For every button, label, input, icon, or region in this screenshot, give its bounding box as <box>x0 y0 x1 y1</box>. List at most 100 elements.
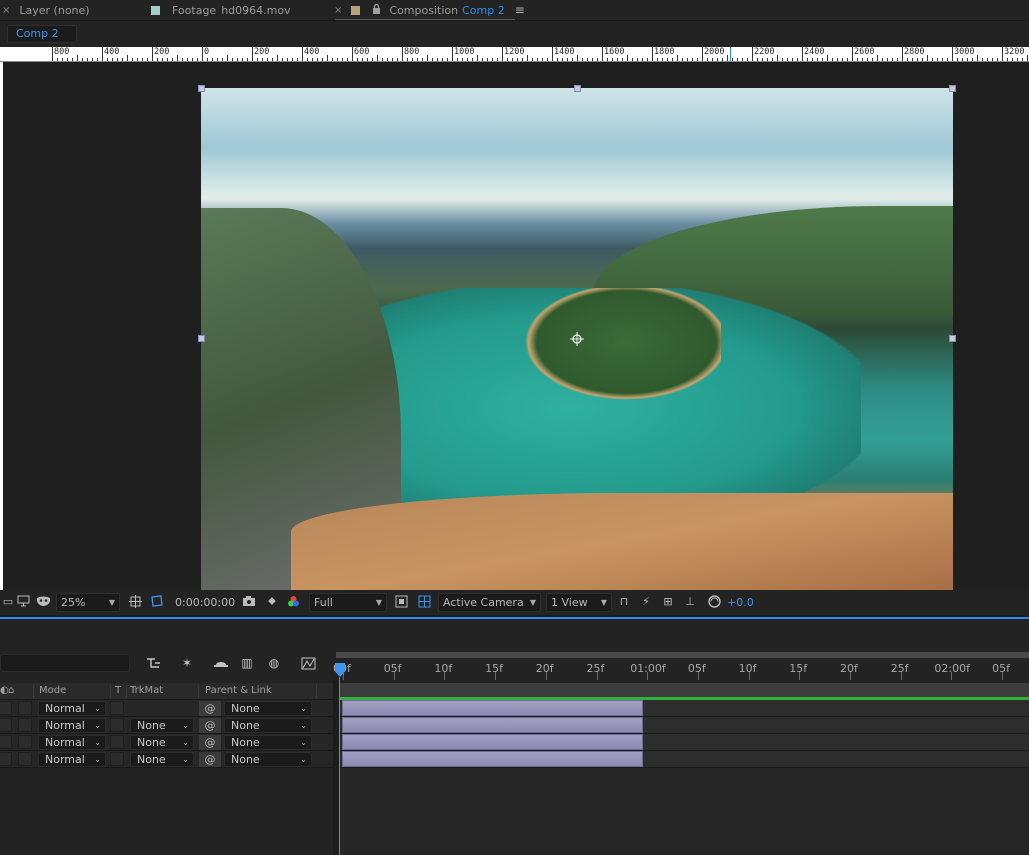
close-icon[interactable]: × <box>334 5 342 16</box>
ruler-minor-tick <box>872 58 873 61</box>
trkmat-dropdown[interactable]: None ⌄ <box>130 752 194 767</box>
shy-layers-icon[interactable] <box>212 654 230 672</box>
parent-dropdown[interactable]: None ⌄ <box>224 735 312 750</box>
parent-dropdown[interactable]: None ⌄ <box>224 752 312 767</box>
ruler-minor-tick <box>977 55 978 61</box>
lock-switch[interactable] <box>18 735 32 749</box>
solo-switch[interactable] <box>0 752 12 766</box>
resolution-value: Full <box>314 596 333 609</box>
region-of-interest-icon[interactable] <box>393 593 409 609</box>
mode-dropdown[interactable]: Normal ⌄ <box>38 735 106 750</box>
transform-handle-top-right[interactable] <box>949 85 956 92</box>
transform-handle-left[interactable] <box>198 335 205 342</box>
ruler-minor-tick <box>772 58 773 61</box>
lock-switch[interactable] <box>18 701 32 715</box>
reset-exposure-icon[interactable] <box>706 593 722 609</box>
monitor-icon[interactable] <box>15 593 31 609</box>
tab-footage[interactable]: Footage hd0964.mov <box>151 0 291 20</box>
layer-duration-bar[interactable] <box>342 734 643 750</box>
fast-previews-icon[interactable]: ⚡ <box>638 593 654 609</box>
parent-pickwhip-icon[interactable]: @ <box>199 735 221 750</box>
parent-dropdown[interactable]: None ⌄ <box>224 718 312 733</box>
mode-dropdown[interactable]: Normal ⌄ <box>38 701 106 716</box>
transform-handle-right[interactable] <box>949 335 956 342</box>
ruler-minor-tick <box>707 58 708 61</box>
mode-dropdown[interactable]: Normal ⌄ <box>38 752 106 767</box>
timeline-icon[interactable]: ⊞ <box>660 593 676 609</box>
layer-search-input[interactable] <box>0 654 130 672</box>
composition-mini-flowchart-icon[interactable] <box>145 654 163 672</box>
ruler-minor-tick <box>497 58 498 61</box>
magnification-dropdown[interactable]: 25% ▼ <box>56 593 120 612</box>
ruler-minor-tick <box>572 58 573 61</box>
solo-switch[interactable] <box>0 701 12 715</box>
parent-dropdown[interactable]: None ⌄ <box>224 701 312 716</box>
layer-duration-bar[interactable] <box>342 717 643 733</box>
transform-handle-top[interactable] <box>574 85 581 92</box>
current-time-display[interactable]: 0:00:00:00 <box>175 593 235 612</box>
mask-path-icon[interactable] <box>149 593 165 609</box>
ruler-minor-tick <box>277 55 278 61</box>
transform-handle-top-left[interactable] <box>198 85 205 92</box>
anchor-point-icon[interactable] <box>570 332 584 346</box>
resolution-dropdown[interactable]: Full ▼ <box>309 593 387 612</box>
view-layout-dropdown[interactable]: 1 View ▼ <box>546 593 612 612</box>
toggle-pixel-aspect-icon[interactable]: ⊓ <box>616 593 632 609</box>
parent-pickwhip-icon[interactable]: @ <box>199 752 221 767</box>
lock-switch[interactable] <box>18 752 32 766</box>
solo-switch[interactable] <box>0 718 12 732</box>
parent-pickwhip-icon[interactable]: @ <box>199 718 221 733</box>
parent-column-header[interactable]: Parent & Link <box>205 685 272 696</box>
trkmat-dropdown[interactable]: None ⌄ <box>130 735 194 750</box>
ruler-minor-tick <box>692 58 693 61</box>
trkmat-dropdown[interactable]: None ⌄ <box>130 718 194 733</box>
ruler-label: 1800 <box>654 47 675 57</box>
mode-dropdown[interactable]: Normal ⌄ <box>38 718 106 733</box>
close-icon[interactable]: × <box>2 5 10 16</box>
mode-column-header[interactable]: Mode <box>39 685 66 696</box>
lock-switch[interactable] <box>18 718 32 732</box>
ruler-minor-tick <box>132 58 133 61</box>
composition-viewer[interactable] <box>3 62 1029 590</box>
chevron-down-icon: ▼ <box>108 598 115 607</box>
graph-editor-icon[interactable] <box>299 654 317 672</box>
layer-duration-bar[interactable] <box>342 700 643 716</box>
preserve-transparency-switch[interactable] <box>110 752 124 766</box>
trkmat-column-header[interactable]: TrkMat <box>130 685 163 696</box>
layer-row-1[interactable]: Normal ⌄ @ None ⌄ <box>0 700 333 717</box>
ruler-minor-tick <box>862 58 863 61</box>
show-snapshot-icon[interactable]: ⬥ <box>264 593 280 609</box>
draft-3d-icon[interactable]: ✶ <box>178 654 196 672</box>
solo-switch[interactable] <box>0 735 12 749</box>
tab-layer[interactable]: × Layer (none) <box>2 0 90 20</box>
flowchart-icon[interactable]: ⊥ <box>682 593 698 609</box>
exposure-value[interactable]: +0.0 <box>727 593 754 612</box>
panel-menu-icon[interactable]: ≡ <box>515 3 525 17</box>
ruler-minor-tick <box>867 58 868 61</box>
motion-blur-icon[interactable]: ◍ <box>265 654 283 672</box>
preserve-transparency-switch[interactable] <box>110 701 124 715</box>
channel-rgb-icon[interactable] <box>285 593 301 609</box>
frame-blending-icon[interactable]: ▥ <box>238 654 256 672</box>
safe-margins-icon[interactable] <box>127 593 143 609</box>
layer-duration-bar[interactable] <box>342 751 643 767</box>
comp-flowchart-button[interactable]: Comp 2 <box>7 25 77 43</box>
preserve-transparency-switch[interactable] <box>110 735 124 749</box>
horizontal-ruler[interactable]: 800 400 200 0 200 400 600 800 1000 1200 1400 1600 18… <box>0 47 1029 62</box>
layer-row-3[interactable]: Normal ⌄ None ⌄ @ None ⌄ <box>0 734 333 751</box>
lock-icon[interactable] <box>372 3 381 17</box>
preserve-transparency-switch[interactable] <box>110 718 124 732</box>
mask-visibility-icon[interactable] <box>35 593 51 609</box>
t-column-header[interactable]: T <box>115 685 121 696</box>
transparency-grid-icon[interactable] <box>416 593 432 609</box>
parent-pickwhip-icon[interactable]: @ <box>199 701 221 716</box>
snapshot-camera-icon[interactable] <box>241 593 257 609</box>
lock-column-icon[interactable]: ⌂ <box>8 685 14 696</box>
camera-view-dropdown[interactable]: Active Camera ▼ <box>438 593 541 612</box>
layer-row-4[interactable]: Normal ⌄ None ⌄ @ None ⌄ <box>0 751 333 768</box>
ruler-minor-tick <box>112 58 113 61</box>
work-area-bar[interactable] <box>336 652 1029 658</box>
tab-composition[interactable]: × Composition Comp 2 ≡ <box>334 0 525 20</box>
always-preview-icon[interactable]: ▭ <box>0 593 16 609</box>
layer-row-2[interactable]: Normal ⌄ None ⌄ @ None ⌄ <box>0 717 333 734</box>
